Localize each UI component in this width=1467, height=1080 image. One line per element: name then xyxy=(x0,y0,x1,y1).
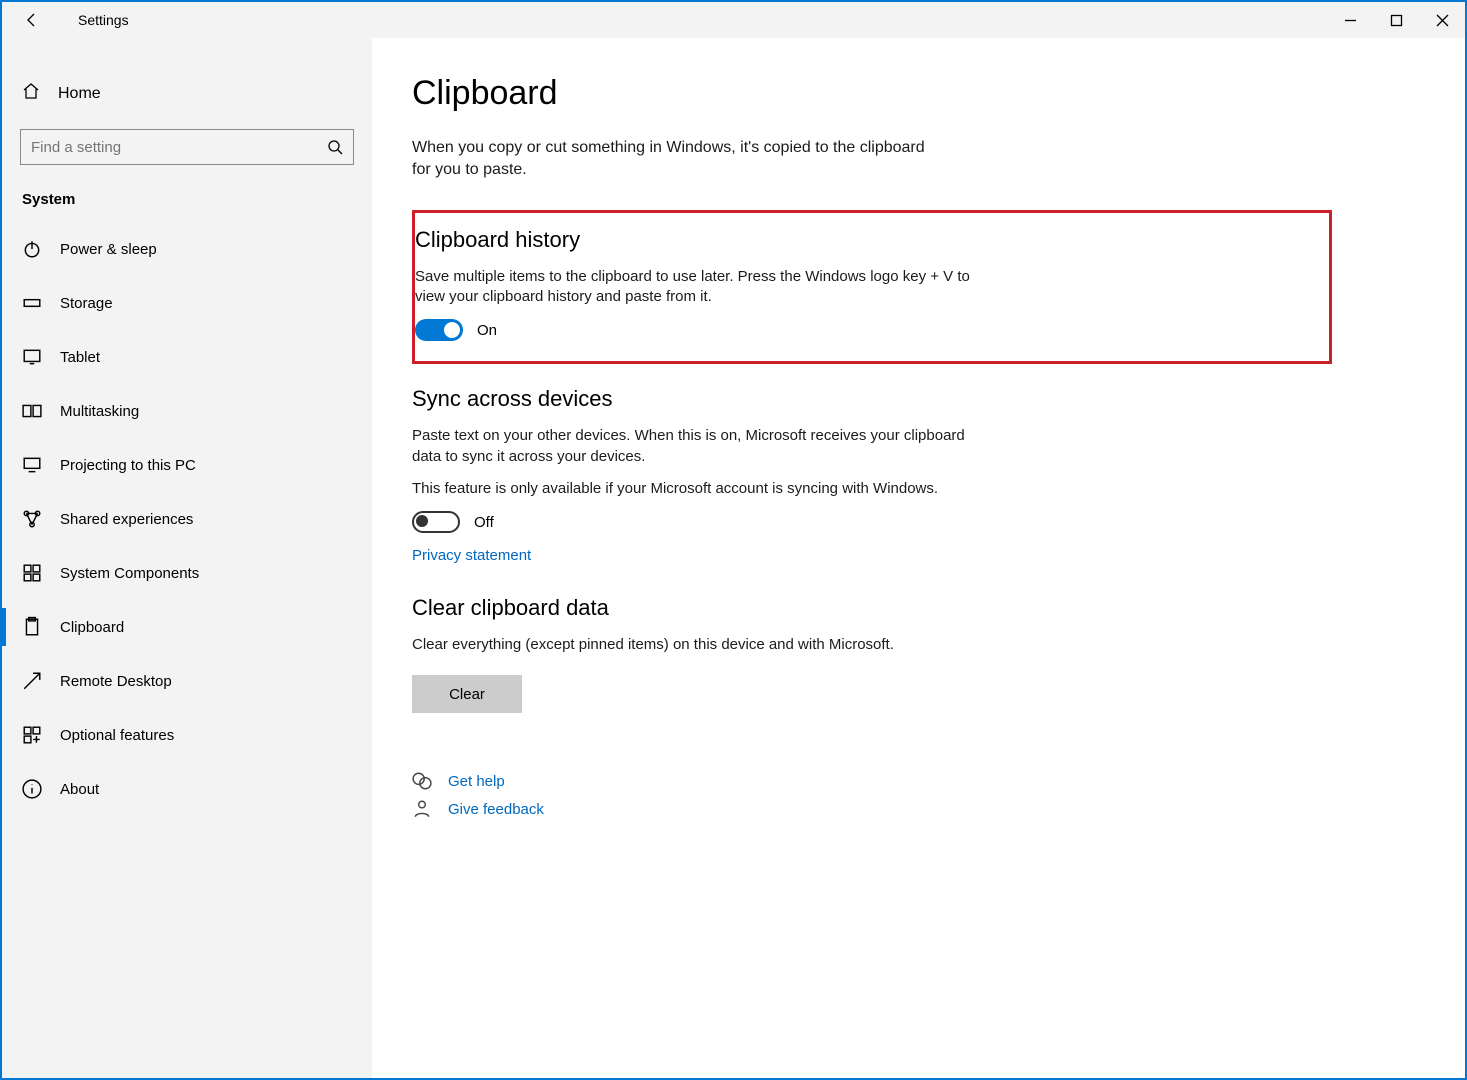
clipboard-history-toggle[interactable] xyxy=(415,319,463,341)
sidebar-item-label: System Components xyxy=(60,565,199,582)
titlebar: Settings xyxy=(2,2,1465,38)
sidebar: Home System Power & sleep Storage Table xyxy=(2,38,372,1078)
page-title: Clipboard xyxy=(412,74,1425,113)
feedback-icon xyxy=(412,799,432,819)
sync-heading: Sync across devices xyxy=(412,386,1425,412)
clear-button[interactable]: Clear xyxy=(412,675,522,713)
sidebar-item-optional-features[interactable]: Optional features xyxy=(2,708,372,762)
sidebar-item-label: Optional features xyxy=(60,727,174,744)
clipboard-history-desc: Save multiple items to the clipboard to … xyxy=(415,267,975,308)
sidebar-item-label: Shared experiences xyxy=(60,511,193,528)
storage-icon xyxy=(22,293,42,313)
maximize-button[interactable] xyxy=(1373,4,1419,36)
sidebar-home[interactable]: Home xyxy=(2,72,372,115)
sidebar-item-shared-experiences[interactable]: Shared experiences xyxy=(2,492,372,546)
privacy-statement-link[interactable]: Privacy statement xyxy=(412,547,531,564)
clipboard-history-highlight: Clipboard history Save multiple items to… xyxy=(412,210,1332,365)
sync-desc-2: This feature is only available if your M… xyxy=(412,479,972,499)
sidebar-home-label: Home xyxy=(58,85,101,103)
sidebar-item-label: Tablet xyxy=(60,349,100,366)
sidebar-section-label: System xyxy=(2,165,372,218)
get-help-link[interactable]: Get help xyxy=(412,771,1425,791)
multitasking-icon xyxy=(22,401,42,421)
back-button[interactable] xyxy=(24,12,40,28)
help-icon xyxy=(412,771,432,791)
clipboard-history-toggle-state: On xyxy=(477,322,497,339)
get-help-label: Get help xyxy=(448,773,505,790)
close-button[interactable] xyxy=(1419,4,1465,36)
power-icon xyxy=(22,239,42,259)
sidebar-item-projecting[interactable]: Projecting to this PC xyxy=(2,438,372,492)
system-components-icon xyxy=(22,563,42,583)
clipboard-icon xyxy=(22,617,42,637)
give-feedback-link[interactable]: Give feedback xyxy=(412,799,1425,819)
search-icon[interactable] xyxy=(317,140,353,155)
sync-toggle-state: Off xyxy=(474,514,494,531)
clear-desc: Clear everything (except pinned items) o… xyxy=(412,635,972,655)
sidebar-item-label: Remote Desktop xyxy=(60,673,172,690)
sidebar-item-label: Projecting to this PC xyxy=(60,457,196,474)
sidebar-item-about[interactable]: About xyxy=(2,762,372,816)
clipboard-history-heading: Clipboard history xyxy=(415,227,1311,253)
sidebar-item-clipboard[interactable]: Clipboard xyxy=(2,600,372,654)
tablet-icon xyxy=(22,347,42,367)
sidebar-item-label: Multitasking xyxy=(60,403,139,420)
home-icon xyxy=(22,82,40,105)
window-title: Settings xyxy=(64,12,129,28)
projecting-icon xyxy=(22,455,42,475)
sidebar-item-storage[interactable]: Storage xyxy=(2,276,372,330)
sidebar-item-power-sleep[interactable]: Power & sleep xyxy=(2,222,372,276)
search-box[interactable] xyxy=(20,129,354,165)
sync-toggle[interactable] xyxy=(412,511,460,533)
sidebar-item-tablet[interactable]: Tablet xyxy=(2,330,372,384)
shared-experiences-icon xyxy=(22,509,42,529)
sidebar-item-label: Power & sleep xyxy=(60,241,157,258)
main-content: Clipboard When you copy or cut something… xyxy=(372,38,1465,1078)
page-intro: When you copy or cut something in Window… xyxy=(412,137,932,182)
info-icon xyxy=(22,779,42,799)
sidebar-item-label: Storage xyxy=(60,295,113,312)
sidebar-item-system-components[interactable]: System Components xyxy=(2,546,372,600)
sidebar-item-remote-desktop[interactable]: Remote Desktop xyxy=(2,654,372,708)
sidebar-item-label: Clipboard xyxy=(60,619,124,636)
sidebar-item-label: About xyxy=(60,781,99,798)
search-input[interactable] xyxy=(21,139,317,156)
clear-heading: Clear clipboard data xyxy=(412,595,1425,621)
remote-desktop-icon xyxy=(22,671,42,691)
sidebar-item-multitasking[interactable]: Multitasking xyxy=(2,384,372,438)
give-feedback-label: Give feedback xyxy=(448,801,544,818)
sync-desc-1: Paste text on your other devices. When t… xyxy=(412,426,972,467)
optional-features-icon xyxy=(22,725,42,745)
minimize-button[interactable] xyxy=(1327,4,1373,36)
